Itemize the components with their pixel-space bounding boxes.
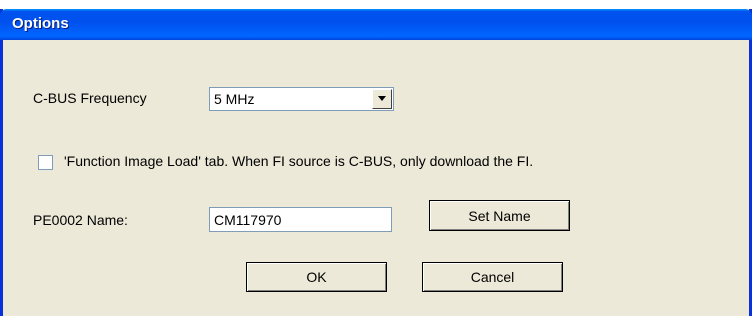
fi-download-label: 'Function Image Load' tab. When FI sourc… xyxy=(64,153,534,169)
title-bar[interactable]: Options xyxy=(0,9,752,40)
pe0002-name-field-frame xyxy=(209,207,392,232)
ok-button[interactable]: OK xyxy=(246,262,387,292)
chevron-down-icon xyxy=(378,96,386,101)
fi-download-checkbox[interactable] xyxy=(38,155,53,170)
cancel-button[interactable]: Cancel xyxy=(422,262,563,292)
set-name-button[interactable]: Set Name xyxy=(429,200,570,231)
frequency-label: C-BUS Frequency xyxy=(33,90,147,106)
set-name-button-label: Set Name xyxy=(468,207,531,224)
pe0002-name-input[interactable] xyxy=(210,209,384,230)
dialog-title: Options xyxy=(12,15,69,32)
pe0002-name-label: PE0002 Name: xyxy=(33,212,128,228)
frequency-selected-value: 5 MHz xyxy=(214,91,255,107)
ok-button-label: OK xyxy=(306,269,327,285)
frequency-dropdown-button[interactable] xyxy=(372,89,392,109)
options-dialog: Options C-BUS Frequency 5 MHz 'Function … xyxy=(0,9,752,316)
frequency-select[interactable]: 5 MHz xyxy=(209,87,394,111)
cancel-button-label: Cancel xyxy=(470,269,515,285)
